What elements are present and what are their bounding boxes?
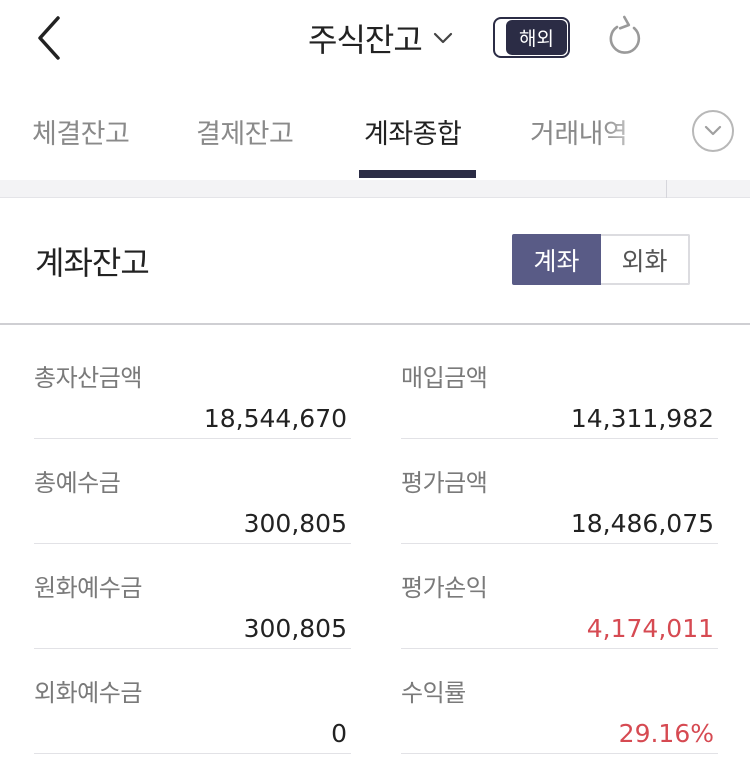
fx-deposit-value: 0: [331, 719, 347, 748]
summary-cell-return-rate: 수익률 29.16%: [401, 649, 718, 754]
tab-active-indicator: [359, 170, 476, 178]
sub-header-bar: [0, 180, 750, 198]
refresh-button[interactable]: [604, 14, 646, 60]
summary-cell-purchase-amount: 매입금액 14,311,982: [401, 334, 718, 439]
purchase-amount-label: 매입금액: [401, 364, 488, 392]
back-arrow-icon: [38, 16, 60, 60]
tab-execution-balance[interactable]: 체결잔고: [32, 112, 130, 151]
summary-cell-total-assets: 총자산금액 18,544,670: [34, 334, 351, 439]
chevron-down-icon: [433, 32, 452, 44]
return-rate-value: 29.16%: [618, 719, 714, 748]
sub-header-divider: [666, 180, 667, 198]
more-chevron-icon: [704, 125, 722, 136]
valuation-pnl-value: 4,174,011: [586, 614, 714, 643]
tab-fade-overlay: [600, 100, 660, 170]
tab-settlement-balance[interactable]: 결제잔고: [196, 112, 294, 151]
summary-cell-total-deposit: 총예수금 300,805: [34, 439, 351, 544]
refresh-icon: [609, 15, 641, 54]
segment-foreign-currency-button[interactable]: 외화: [601, 234, 690, 285]
total-deposit-label: 총예수금: [34, 469, 121, 497]
krw-deposit-label: 원화예수금: [34, 574, 142, 602]
overseas-toggle-label: 해외: [506, 20, 567, 55]
currency-segment-control: 계좌 외화: [512, 234, 690, 285]
krw-deposit-value: 300,805: [243, 614, 347, 643]
total-deposit-value: 300,805: [243, 509, 347, 538]
section-title: 계좌잔고: [35, 244, 150, 282]
return-rate-label: 수익률: [401, 679, 466, 707]
section-divider: [0, 323, 750, 325]
title-dropdown[interactable]: 주식잔고: [308, 14, 454, 62]
purchase-amount-value: 14,311,982: [570, 404, 714, 433]
summary-cell-fx-deposit: 외화예수금 0: [34, 649, 351, 754]
segment-account-button[interactable]: 계좌: [512, 234, 601, 285]
fx-deposit-label: 외화예수금: [34, 679, 142, 707]
summary-cell-krw-deposit: 원화예수금 300,805: [34, 544, 351, 649]
total-assets-label: 총자산금액: [34, 364, 142, 392]
top-bar: 주식잔고 해외: [0, 0, 750, 80]
tab-account-summary[interactable]: 계좌종합: [364, 112, 462, 151]
valuation-amount-value: 18,486,075: [570, 509, 714, 538]
summary-cell-valuation-amount: 평가금액 18,486,075: [401, 439, 718, 544]
back-button[interactable]: [28, 14, 72, 62]
summary-cell-valuation-pnl: 평가손익 4,174,011: [401, 544, 718, 649]
total-assets-value: 18,544,670: [203, 404, 347, 433]
tab-bar: 체결잔고 결제잔고 계좌종합 거래내역: [0, 100, 750, 180]
valuation-pnl-label: 평가손익: [401, 574, 488, 602]
overseas-toggle[interactable]: 해외: [493, 17, 570, 58]
more-tabs-button[interactable]: [692, 110, 734, 152]
page-title: 주식잔고: [308, 21, 423, 59]
valuation-amount-label: 평가금액: [401, 469, 488, 497]
